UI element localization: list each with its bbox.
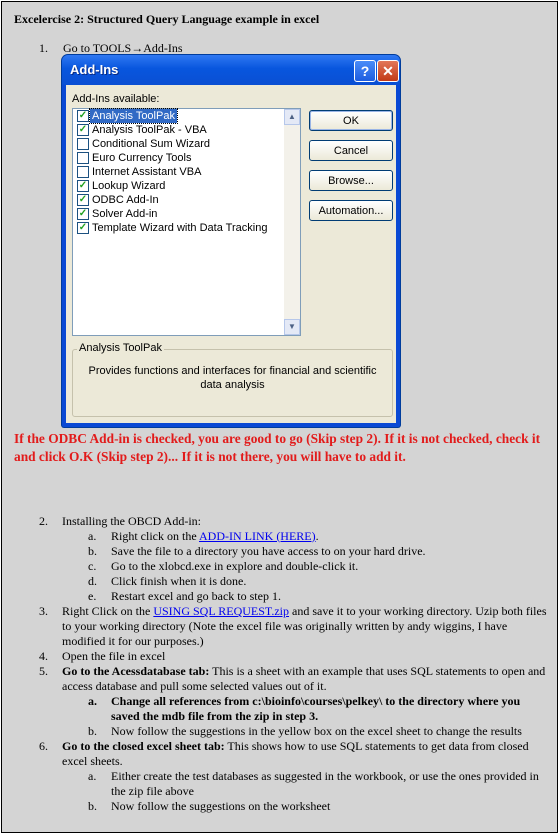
add-in-item[interactable]: Internet Assistant VBA bbox=[73, 165, 283, 179]
add-in-checkbox[interactable]: ✓ bbox=[77, 208, 89, 220]
add-in-label: Solver Add-in bbox=[92, 208, 158, 220]
add-in-description: Provides functions and interfaces for fi… bbox=[88, 365, 377, 391]
browse-button[interactable]: Browse... bbox=[309, 170, 393, 191]
steps-list: 2. Installing the OBCD Add-in: a. Right cl… bbox=[2, 514, 557, 814]
add-in-item[interactable]: ✓ Analysis ToolPak - VBA bbox=[73, 123, 283, 137]
add-in-label: Template Wizard with Data Tracking bbox=[92, 222, 268, 234]
close-icon[interactable]: ✕ bbox=[377, 60, 399, 82]
group-title: Analysis ToolPak bbox=[77, 342, 164, 354]
add-in-label: ODBC Add-In bbox=[92, 194, 159, 206]
ok-button[interactable]: OK bbox=[309, 110, 393, 131]
description-group: Analysis ToolPak Provides functions and … bbox=[72, 342, 393, 417]
add-in-item[interactable]: ✓ Template Wizard with Data Tracking bbox=[73, 221, 283, 235]
add-in-checkbox[interactable]: ✓ bbox=[77, 222, 89, 234]
add-in-item[interactable]: ✓ Lookup Wizard bbox=[73, 179, 283, 193]
step-6b: b. Now follow the suggestions on the work… bbox=[88, 799, 331, 813]
step-2a: a. Right click on the ADD-IN LINK (HERE). bbox=[88, 529, 319, 543]
step-3: 3. Right Click on the USING SQL REQUEST.z… bbox=[39, 604, 547, 648]
add-ins-dialog: Add-Ins ? ✕ Add-Ins available: ✓ Analysis… bbox=[62, 55, 400, 427]
step-5b: b. Now follow the suggestions in the yell… bbox=[88, 724, 522, 738]
add-in-label: Analysis ToolPak bbox=[89, 108, 178, 124]
step-5a: a. Change all references from c:\bioinfo\… bbox=[88, 694, 521, 723]
add-in-label: Conditional Sum Wizard bbox=[92, 138, 210, 150]
add-in-label: Euro Currency Tools bbox=[92, 152, 192, 164]
document-title: Excelercise 2: Structured Query Language… bbox=[14, 12, 320, 26]
add-in-item[interactable]: Euro Currency Tools bbox=[73, 151, 283, 165]
add-in-checkbox[interactable]: ✓ bbox=[77, 194, 89, 206]
odbc-note: If the ODBC Add-in is checked, you are g… bbox=[14, 431, 541, 464]
step-2e: e. Restart excel and go back to step 1. bbox=[88, 589, 281, 603]
step-2c: c. Go to the xlobcd.exe in explore and do… bbox=[88, 559, 359, 573]
scroll-down-icon[interactable]: ▼ bbox=[284, 319, 300, 335]
add-in-item[interactable]: ✓ ODBC Add-In bbox=[73, 193, 283, 207]
add-in-checkbox[interactable] bbox=[77, 166, 89, 178]
step-2d: d. Click finish when it is done. bbox=[88, 574, 247, 588]
step-5: 5. Go to the Acessdatabase tab: This is a… bbox=[39, 664, 546, 693]
add-in-link[interactable]: ADD-IN LINK (HERE) bbox=[199, 529, 316, 543]
add-ins-available-label: Add-Ins available: bbox=[72, 93, 160, 105]
add-in-label: Lookup Wizard bbox=[92, 180, 166, 192]
listbox-scrollbar[interactable]: ▲ ▼ bbox=[284, 109, 300, 335]
step-2b: b. Save the file to a directory you have … bbox=[88, 544, 426, 558]
automation-button[interactable]: Automation... bbox=[309, 200, 393, 221]
add-in-checkbox[interactable] bbox=[77, 152, 89, 164]
add-ins-items: ✓ Analysis ToolPak ✓ Analysis ToolPak - VBA… bbox=[73, 108, 283, 235]
sql-request-zip-link[interactable]: USING SQL REQUEST.zip bbox=[153, 604, 289, 618]
document-page: Excelercise 2: Structured Query Language… bbox=[1, 1, 558, 833]
add-in-label: Internet Assistant VBA bbox=[92, 166, 202, 178]
step-2: 2. Installing the OBCD Add-in: bbox=[39, 514, 201, 528]
step-text: Go to TOOLS→Add-Ins bbox=[63, 41, 183, 55]
dialog-title: Add-Ins bbox=[70, 62, 119, 77]
step-number: 1. bbox=[39, 41, 48, 55]
step-6: 6. Go to the closed excel sheet tab: This… bbox=[39, 739, 529, 768]
add-in-item[interactable]: Conditional Sum Wizard bbox=[73, 137, 283, 151]
add-in-item[interactable]: ✓ Analysis ToolPak bbox=[73, 108, 283, 124]
dialog-body: Add-Ins available: ✓ Analysis ToolPak ✓ Ana… bbox=[66, 85, 396, 423]
add-in-label: Analysis ToolPak - VBA bbox=[92, 124, 207, 136]
help-icon[interactable]: ? bbox=[354, 60, 376, 82]
add-in-checkbox[interactable]: ✓ bbox=[77, 110, 89, 122]
step-1: 1. Go to TOOLS→Add-Ins bbox=[39, 41, 183, 56]
dialog-titlebar[interactable]: Add-Ins ? ✕ bbox=[62, 55, 400, 85]
add-ins-listbox[interactable]: ✓ Analysis ToolPak ✓ Analysis ToolPak - VBA… bbox=[72, 108, 301, 336]
add-in-checkbox[interactable]: ✓ bbox=[77, 124, 89, 136]
scroll-up-icon[interactable]: ▲ bbox=[284, 109, 300, 125]
add-in-checkbox[interactable] bbox=[77, 138, 89, 150]
step-6a: a. Either create the test databases as su… bbox=[88, 769, 539, 798]
add-in-checkbox[interactable]: ✓ bbox=[77, 180, 89, 192]
add-in-item[interactable]: ✓ Solver Add-in bbox=[73, 207, 283, 221]
step-4: 4. Open the file in excel bbox=[39, 649, 166, 663]
cancel-button[interactable]: Cancel bbox=[309, 140, 393, 161]
